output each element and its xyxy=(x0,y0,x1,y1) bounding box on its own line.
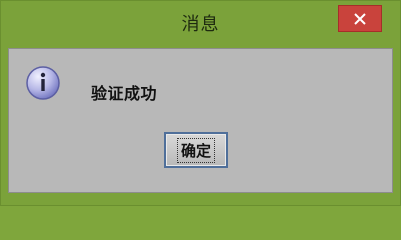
ok-button[interactable]: 确定 xyxy=(164,132,228,168)
title-bar[interactable]: 消息 xyxy=(1,1,400,47)
close-button[interactable] xyxy=(338,5,382,32)
message-dialog: 消息 验证成功 确定 xyxy=(0,0,401,206)
message-text: 验证成功 xyxy=(91,84,158,103)
dialog-content: 验证成功 确定 xyxy=(8,48,393,193)
close-icon xyxy=(354,12,366,25)
info-icon xyxy=(26,66,60,100)
ok-button-label: 确定 xyxy=(176,137,215,163)
